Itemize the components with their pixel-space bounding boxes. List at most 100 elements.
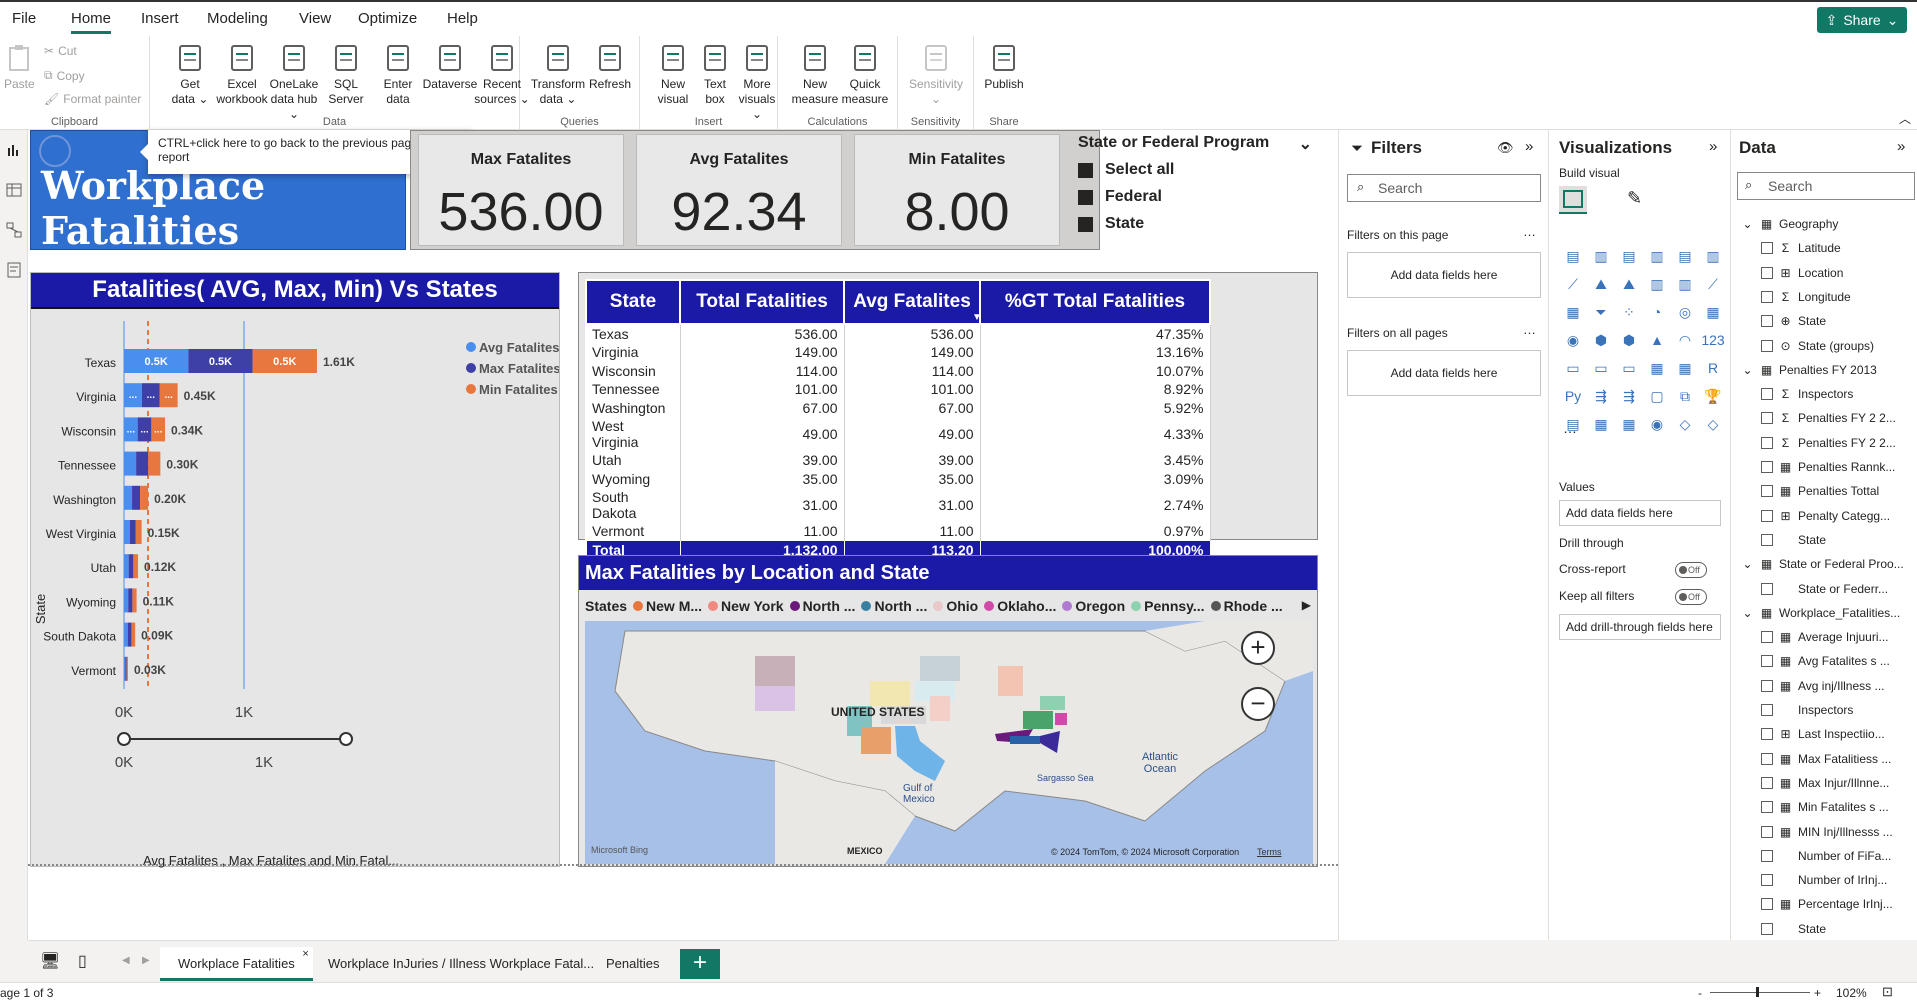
visual-type-icon[interactable]: ⬢ (1587, 326, 1615, 354)
field-checkbox[interactable] (1761, 315, 1773, 328)
table-row[interactable]: South Dakota 31.00 31.00 2.74% (586, 488, 1211, 522)
chevron-down-icon[interactable]: ⌄ (1741, 557, 1754, 571)
visual-type-icon[interactable]: ▭ (1587, 354, 1615, 382)
drill-through-well[interactable]: Add drill-through fields here (1559, 614, 1721, 640)
field-checkbox[interactable] (1761, 533, 1773, 546)
data-table-item[interactable]: ⌄ ▦ Workplace_Fatalities... (1741, 601, 1917, 625)
visual-type-icon[interactable]: ▤ (1671, 242, 1699, 270)
add-page-button[interactable]: + (680, 949, 720, 979)
visual-type-icon[interactable]: ▥ (1671, 270, 1699, 298)
visual-type-icon[interactable]: ▢ (1643, 382, 1671, 410)
cut-button[interactable]: ✂ Cut (44, 44, 77, 58)
field-checkbox[interactable] (1761, 266, 1773, 279)
model-view-icon[interactable] (6, 222, 22, 238)
visual-type-icon[interactable]: ◠ (1671, 326, 1699, 354)
visual-type-icon[interactable]: 🏆 (1699, 382, 1727, 410)
more-options-icon[interactable]: … (1523, 322, 1536, 337)
column-header-avg[interactable]: Avg Fatalites (843, 279, 981, 325)
field-checkbox[interactable] (1761, 922, 1773, 935)
field-checkbox[interactable] (1761, 874, 1773, 887)
visual-type-icon[interactable]: Py (1559, 382, 1587, 410)
legend-item[interactable]: North ... (789, 598, 855, 614)
program-slicer[interactable]: State or Federal Program ⌄ Select all Fed… (1078, 130, 1336, 250)
ribbon-button-excel[interactable]: Excel workbook (212, 42, 272, 107)
ribbon-button-refresh[interactable]: Refresh (580, 42, 640, 92)
build-visual-tab[interactable] (1559, 186, 1587, 214)
paste-button[interactable]: Paste (4, 42, 35, 92)
zoom-level[interactable]: 102% (1836, 986, 1867, 1000)
visual-type-icon[interactable]: ▦ (1615, 410, 1643, 438)
legend-item[interactable]: New York (708, 598, 784, 614)
field-item[interactable]: State (1761, 917, 1917, 940)
field-item[interactable]: ⊞ Penalty Categg... (1761, 504, 1917, 528)
legend-item[interactable]: Rhode ... (1210, 598, 1283, 614)
field-checkbox[interactable] (1761, 436, 1773, 449)
visual-type-icon[interactable]: ⛰ (1587, 270, 1615, 298)
copy-button[interactable]: ⧉ Copy (44, 68, 85, 83)
keep-filters-toggle[interactable]: Off (1675, 589, 1707, 605)
ribbon-button-dataverse[interactable]: Dataverse (420, 42, 480, 92)
checkbox[interactable] (1078, 162, 1093, 178)
menu-home[interactable]: Home (71, 10, 112, 34)
field-checkbox[interactable] (1761, 242, 1773, 255)
field-item[interactable]: ▦ Avg inj/Illness ... (1761, 674, 1917, 698)
visual-type-icon[interactable]: ▥ (1699, 242, 1727, 270)
visual-type-icon[interactable]: ⧉ (1671, 382, 1699, 410)
visual-type-icon[interactable]: ⇶ (1587, 382, 1615, 410)
kpi-card-avg[interactable]: Avg Fatalites 92.34 (632, 130, 846, 250)
tab-next-icon[interactable]: ▶ (142, 955, 150, 966)
zoom-slider[interactable] (1710, 992, 1810, 993)
field-item[interactable]: ▦ Percentage IrInj... (1761, 892, 1917, 916)
field-item[interactable]: Number of FiFa... (1761, 844, 1917, 868)
visual-type-icon[interactable]: ▦ (1671, 354, 1699, 382)
table-view-icon[interactable] (6, 182, 22, 198)
visual-type-icon[interactable]: ◇ (1699, 410, 1727, 438)
field-item[interactable]: ▦ MIN Inj/Illnesss ... (1761, 820, 1917, 844)
field-item[interactable]: ⊙ State (groups) (1761, 334, 1917, 358)
cross-report-toggle[interactable]: Off (1675, 562, 1707, 578)
field-item[interactable]: State or Federr... (1761, 577, 1917, 601)
chevron-down-icon[interactable]: ⌄ (1741, 217, 1754, 231)
legend-next-icon[interactable]: ▶ (1302, 598, 1311, 612)
visual-type-icon[interactable]: ⟋ (1699, 270, 1727, 298)
table-row[interactable]: Vermont 11.00 11.00 0.97% (586, 522, 1211, 541)
field-item[interactable]: ▦ Penalties Rannk... (1761, 455, 1917, 479)
zoom-in-icon[interactable]: + (1814, 986, 1821, 1000)
more-visuals-icon[interactable]: … (1563, 420, 1577, 436)
field-checkbox[interactable] (1761, 849, 1773, 862)
menu-modeling[interactable]: Modeling (207, 10, 268, 27)
ribbon-button-sql[interactable]: SQL Server (316, 42, 376, 107)
visual-type-icon[interactable]: ▥ (1587, 242, 1615, 270)
tab-penalties[interactable]: Penalties (588, 947, 677, 981)
legend-item[interactable]: Oregon (1062, 598, 1125, 614)
filters-search-input[interactable]: Search (1347, 174, 1541, 202)
ribbon-button-publish[interactable]: Publish (978, 42, 1030, 92)
table-row[interactable]: Washington 67.00 67.00 5.92% (586, 398, 1211, 417)
zoom-out-icon[interactable]: - (1698, 986, 1702, 1000)
chevron-down-icon[interactable]: ⌄ (1299, 134, 1312, 154)
visual-type-icon[interactable]: ⁘ (1615, 298, 1643, 326)
visual-type-icon[interactable]: ◉ (1643, 410, 1671, 438)
visual-type-icon[interactable]: ▭ (1559, 354, 1587, 382)
field-checkbox[interactable] (1761, 485, 1773, 498)
ribbon-button-sensitivity[interactable]: Sensitivity ⌄ (904, 42, 968, 107)
field-checkbox[interactable] (1761, 655, 1773, 668)
table-row[interactable]: Wisconsin 114.00 114.00 10.07% (586, 361, 1211, 380)
visual-type-icon[interactable]: ▲ (1643, 326, 1671, 354)
data-table-item[interactable]: ⌄ ▦ Geography (1741, 212, 1917, 236)
field-item[interactable]: Σ Latitude (1761, 236, 1917, 260)
field-item[interactable]: ▦ Avg Fatalites s ... (1761, 649, 1917, 673)
visual-type-icon[interactable]: ▦ (1587, 410, 1615, 438)
table-row[interactable]: West Virginia 49.00 49.00 4.33% (586, 417, 1211, 451)
ribbon-button-quick[interactable]: Quick measure (836, 42, 894, 107)
column-header-state[interactable]: State (585, 279, 681, 325)
ribbon-button-enter[interactable]: Enter data (368, 42, 428, 107)
visual-type-icon[interactable]: ▦ (1559, 298, 1587, 326)
field-item[interactable]: Σ Penalties FY 2 2... (1761, 406, 1917, 430)
visual-type-icon[interactable]: ⟋ (1559, 270, 1587, 298)
visual-type-icon[interactable]: ▤ (1559, 242, 1587, 270)
more-options-icon[interactable]: … (1523, 224, 1536, 239)
field-checkbox[interactable] (1761, 582, 1773, 595)
table-row[interactable]: Tennessee 101.00 101.00 8.92% (586, 380, 1211, 399)
field-item[interactable]: ▦ Min Fatalites s ... (1761, 795, 1917, 819)
